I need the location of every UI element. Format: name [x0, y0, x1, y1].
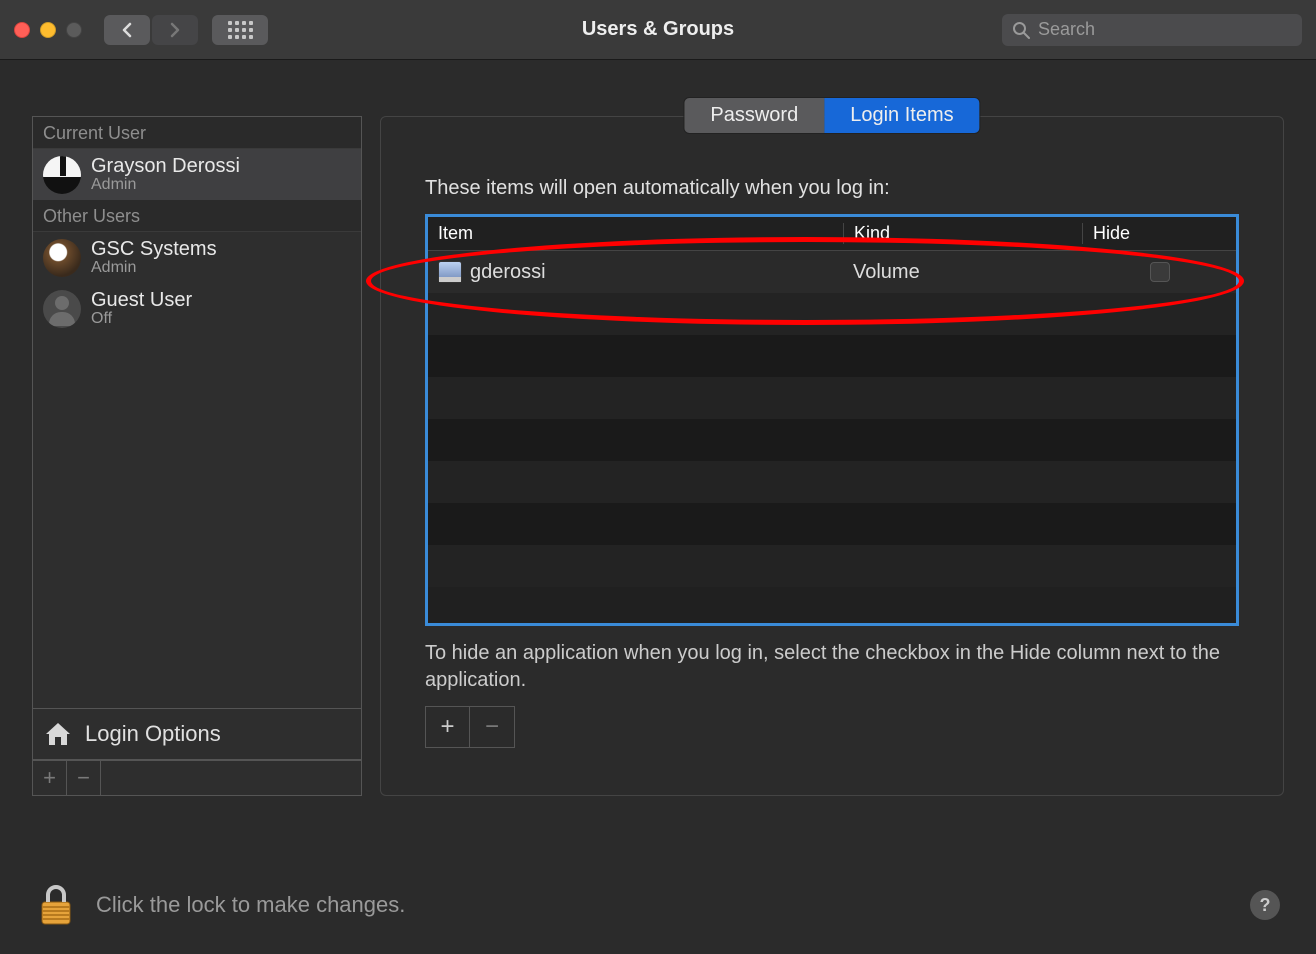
user-name: Grayson Derossi	[91, 155, 240, 178]
login-items-add-remove: + −	[425, 706, 515, 748]
zoom-window-button[interactable]	[66, 22, 82, 38]
hide-checkbox[interactable]	[1150, 262, 1170, 282]
user-role: Off	[91, 310, 192, 328]
footer: Click the lock to make changes. ?	[36, 884, 1280, 926]
section-header-current-user: Current User	[33, 117, 361, 149]
titlebar: Users & Groups	[0, 0, 1316, 60]
login-options-button[interactable]: Login Options	[33, 708, 361, 760]
tab-bar: Password Login Items	[683, 97, 980, 134]
help-button[interactable]: ?	[1250, 890, 1280, 920]
home-icon	[43, 721, 73, 747]
users-sidebar: Current User Grayson Derossi Admin Other…	[32, 116, 362, 796]
user-name: GSC Systems	[91, 238, 217, 261]
search-input[interactable]	[1038, 19, 1292, 40]
user-row-guest[interactable]: Guest User Off	[33, 283, 361, 334]
grid-icon	[228, 21, 253, 39]
close-window-button[interactable]	[14, 22, 30, 38]
login-items-table[interactable]: Item Kind Hide gderossi Volume	[425, 214, 1239, 626]
table-row[interactable]: gderossi Volume	[428, 251, 1236, 293]
tab-password[interactable]: Password	[684, 98, 824, 133]
search-icon	[1012, 21, 1030, 39]
volume-icon	[438, 261, 462, 283]
main-panel: Password Login Items These items will op…	[380, 116, 1284, 796]
forward-button[interactable]	[152, 15, 198, 45]
sidebar-add-remove: + −	[33, 760, 361, 795]
user-role: Admin	[91, 176, 240, 194]
login-items-description: These items will open automatically when…	[425, 177, 1239, 200]
user-name: Guest User	[91, 289, 192, 312]
item-name: gderossi	[470, 261, 546, 284]
user-role: Admin	[91, 259, 217, 277]
show-all-button[interactable]	[212, 15, 268, 45]
remove-login-item-button[interactable]: −	[470, 707, 514, 747]
avatar-icon	[43, 239, 81, 277]
lock-text: Click the lock to make changes.	[96, 892, 405, 918]
cell-hide	[1083, 262, 1236, 282]
section-header-other-users: Other Users	[33, 200, 361, 232]
tab-login-items[interactable]: Login Items	[824, 98, 979, 133]
login-options-label: Login Options	[85, 721, 221, 747]
hide-hint-text: To hide an application when you log in, …	[425, 640, 1239, 694]
cell-item: gderossi	[428, 261, 843, 284]
nav-buttons	[104, 15, 198, 45]
avatar-icon	[43, 290, 81, 328]
user-row-other[interactable]: GSC Systems Admin	[33, 232, 361, 283]
table-header: Item Kind Hide	[428, 217, 1236, 251]
remove-user-button[interactable]: −	[67, 761, 101, 795]
lock-icon[interactable]	[36, 884, 76, 926]
column-header-hide[interactable]: Hide	[1083, 223, 1236, 244]
table-body: gderossi Volume	[428, 251, 1236, 587]
minimize-window-button[interactable]	[40, 22, 56, 38]
column-header-kind[interactable]: Kind	[843, 223, 1083, 244]
cell-kind: Volume	[843, 261, 1083, 284]
column-header-item[interactable]: Item	[428, 223, 843, 244]
window-title: Users & Groups	[582, 18, 734, 41]
search-field[interactable]	[1002, 14, 1302, 46]
back-button[interactable]	[104, 15, 150, 45]
add-user-button[interactable]: +	[33, 761, 67, 795]
window-controls	[14, 22, 82, 38]
avatar-icon	[43, 156, 81, 194]
user-row-current[interactable]: Grayson Derossi Admin	[33, 149, 361, 200]
add-login-item-button[interactable]: +	[426, 707, 470, 747]
